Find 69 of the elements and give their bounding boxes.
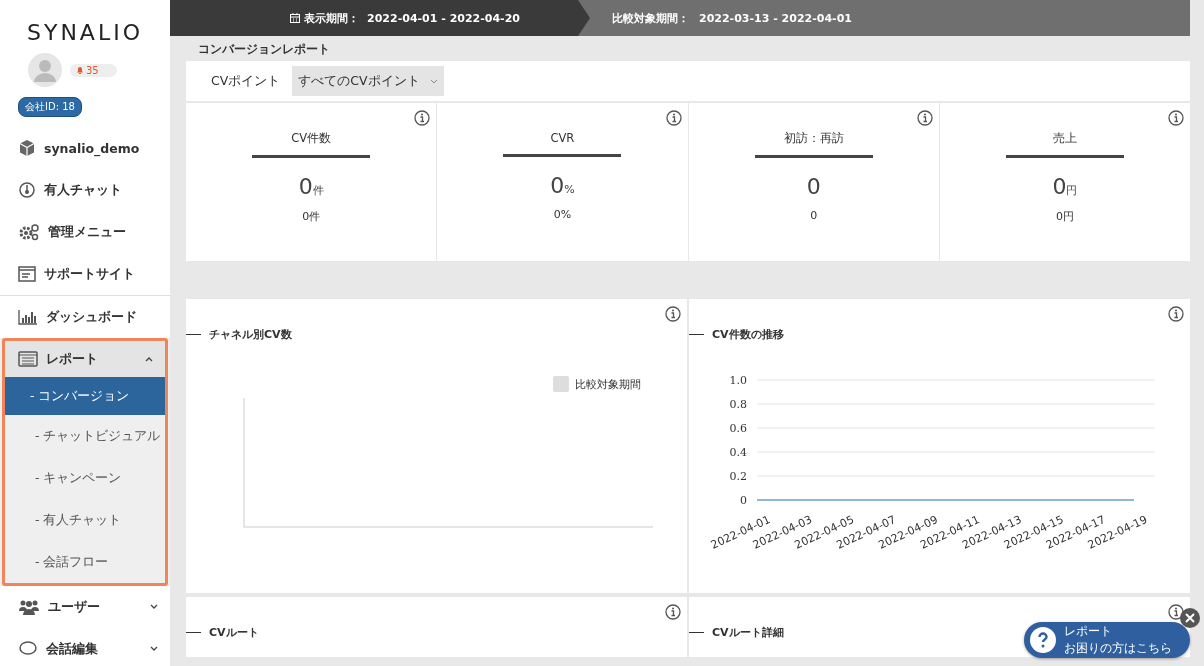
caret-icon: [150, 604, 158, 610]
help-title: レポート: [1064, 624, 1113, 639]
info-icon[interactable]: [1168, 110, 1184, 126]
metric-value: 0件: [298, 174, 324, 199]
company-id-badge: 会社ID: 18: [18, 97, 82, 117]
page-title: コンバージョンレポート: [197, 41, 331, 58]
sidebar-item[interactable]: synalio_demo: [0, 127, 170, 169]
period-label: 比較対象期間：: [612, 10, 689, 26]
period-dates: 2022-04-01 - 2022-04-20: [367, 11, 520, 25]
sidebar-item[interactable]: 会話編集: [0, 628, 170, 666]
chevron-icon: [429, 78, 438, 84]
panel-title: CVルート: [186, 625, 687, 640]
metric-value: 0円: [1052, 174, 1078, 199]
info-icon[interactable]: [1168, 604, 1184, 620]
close-icon[interactable]: [1180, 608, 1200, 628]
display-period-bar[interactable]: 表示期間： 2022-04-01 - 2022-04-20: [170, 0, 590, 36]
panel-title: チャネル別CV数: [186, 327, 687, 342]
metric-value: 0: [806, 174, 821, 199]
y-tick-label: 0.4: [729, 446, 747, 459]
people-icon: [18, 599, 40, 615]
y-tick-label: 0.6: [729, 422, 747, 435]
info-icon[interactable]: [665, 604, 681, 620]
metric-comparison: 0%: [553, 208, 572, 221]
compare-period-bar[interactable]: 比較対象期間： 2022-03-13 - 2022-04-01: [578, 0, 1190, 36]
help-widget[interactable]: レポート お困りの方はこちら: [1024, 622, 1190, 658]
metric-title: CVR: [550, 131, 575, 145]
metric-title: 初訪：再訪: [783, 131, 844, 146]
caret-icon: [150, 646, 158, 652]
metric-comparison: 0円: [1055, 209, 1074, 224]
y-tick-label: 0.8: [729, 398, 747, 411]
info-icon[interactable]: [1168, 306, 1184, 322]
sidebar-item[interactable]: 有人チャット: [0, 169, 170, 211]
question-icon: [1030, 627, 1056, 653]
y-tick-label: 1.0: [729, 374, 747, 387]
info-icon[interactable]: [665, 110, 682, 126]
sidebar-item[interactable]: ユーザー: [0, 586, 170, 628]
panel-title: CV件数の推移: [689, 327, 1190, 342]
info-icon[interactable]: [916, 110, 933, 126]
period-label: 表示期間：: [304, 10, 360, 26]
y-tick-label: 0: [740, 494, 747, 507]
calendar-icon: [290, 13, 301, 23]
filter-label: CVポイント: [211, 72, 281, 90]
gears-icon: [18, 223, 40, 241]
cube-icon: [18, 139, 36, 157]
metric-comparison: 0件: [302, 209, 321, 224]
cv-point-dropdown[interactable]: すべてのCVポイント: [292, 66, 444, 96]
sidebar-item[interactable]: ダッシュボード: [0, 296, 170, 338]
info-icon[interactable]: [414, 110, 431, 126]
y-tick-label: 0.2: [729, 470, 747, 483]
sidebar-item[interactable]: 管理メニュー: [0, 211, 170, 253]
legend-swatch: [553, 376, 569, 392]
sidebar-item[interactable]: サポートサイト: [0, 253, 170, 295]
period-dates: 2022-03-13 - 2022-04-01: [699, 11, 852, 25]
metric-title: CV件数: [291, 131, 332, 146]
metric-title: 売上: [1052, 131, 1077, 146]
metric-comparison: 0: [810, 209, 818, 222]
help-subtitle: お困りの方はこちら: [1064, 641, 1172, 656]
info-icon[interactable]: [665, 306, 681, 322]
sidebar-item[interactable]: レポート: [5, 341, 165, 377]
list-icon: [18, 351, 38, 367]
metric-value: 0%: [550, 173, 575, 198]
bell-icon: [76, 66, 84, 74]
chat-icon: [18, 641, 38, 657]
submenu-item[interactable]: - コンバージョン: [5, 377, 165, 415]
legend-label: 比較対象期間: [575, 376, 641, 392]
window-icon: [18, 266, 36, 282]
caret-icon: [145, 356, 153, 362]
logo: SYNALIO: [26, 19, 144, 47]
bar-chart-icon: [18, 309, 38, 325]
